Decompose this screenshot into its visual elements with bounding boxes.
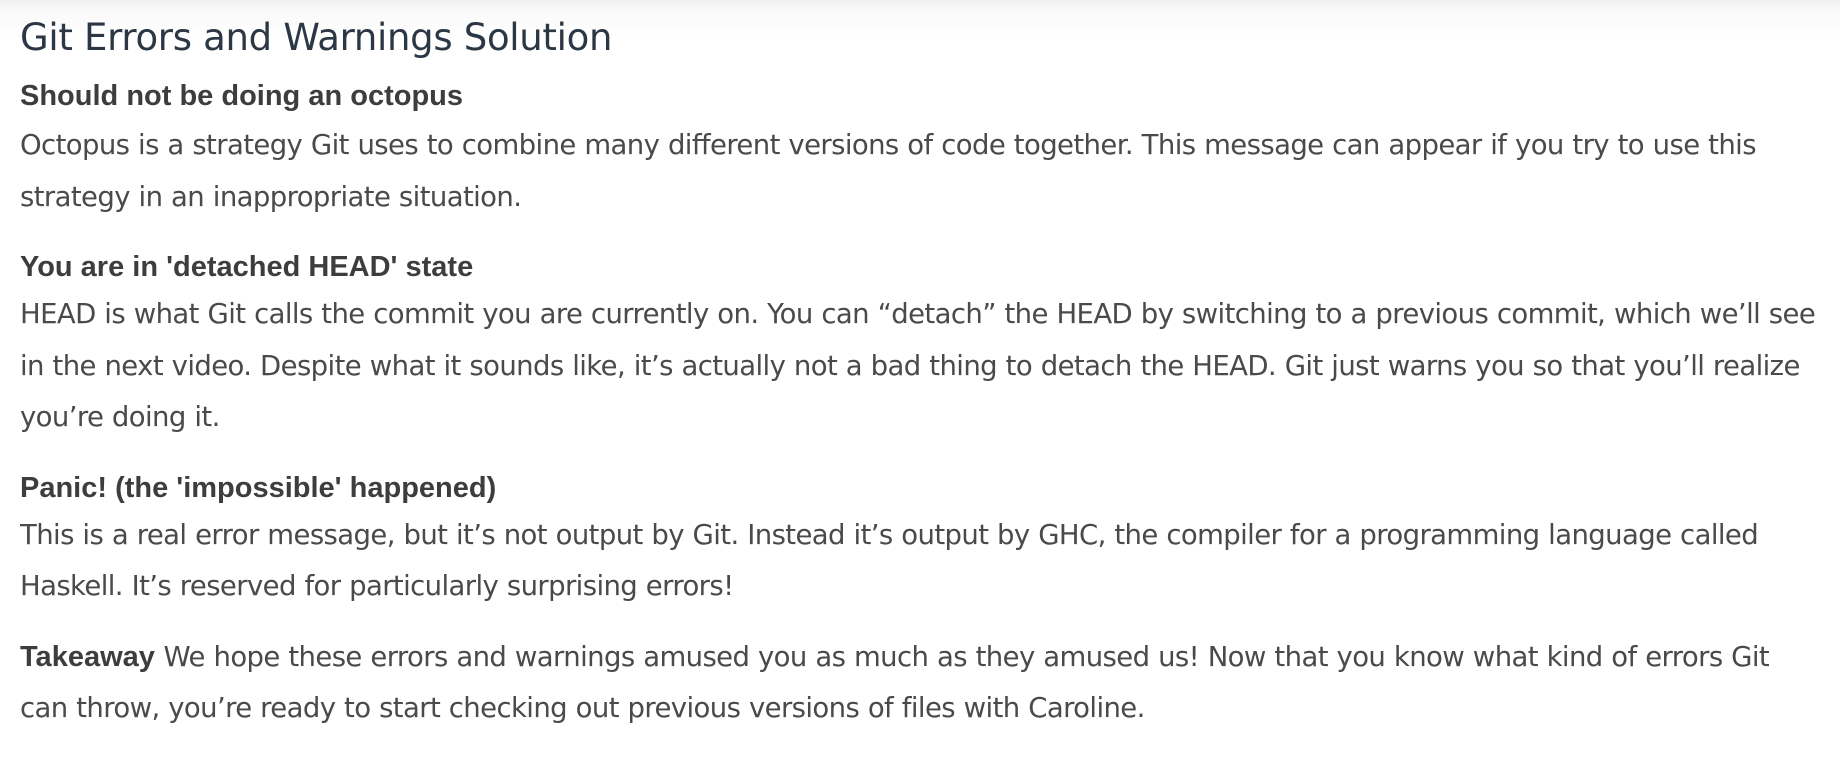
takeaway-label: Takeaway <box>20 640 155 673</box>
page-title: Git Errors and Warnings Solution <box>20 16 613 59</box>
takeaway-paragraph: Takeaway We hope these errors and warnin… <box>20 632 1820 735</box>
section-heading: Should not be doing an octopus <box>20 80 464 112</box>
section-detached-head: You are in 'detached HEAD' state HEAD is… <box>20 249 1820 444</box>
section-body: HEAD is what Git calls the commit you ar… <box>20 298 1816 433</box>
section-panic: Panic! (the 'impossible' happened) This … <box>20 470 1820 613</box>
solution-page: Git Errors and Warnings Solution Should … <box>0 0 1840 782</box>
section-body: Octopus is a strategy Git uses to combin… <box>20 129 1757 213</box>
section-octopus: Should not be doing an octopus Octopus i… <box>20 78 1820 223</box>
takeaway-body: We hope these errors and warnings amused… <box>20 640 1770 725</box>
section-heading: Panic! (the 'impossible' happened) <box>20 471 497 504</box>
section-takeaway: Takeaway We hope these errors and warnin… <box>20 632 1820 735</box>
section-body: This is a real error message, but it’s n… <box>20 518 1759 603</box>
section-heading: You are in 'detached HEAD' state <box>20 251 474 283</box>
